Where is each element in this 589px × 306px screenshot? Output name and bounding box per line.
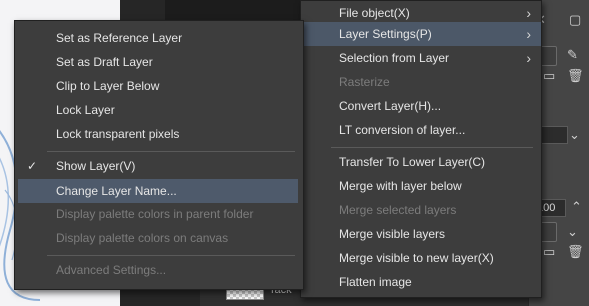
menu-item-label: Layer Settings(P)	[339, 27, 432, 41]
menu-item-clip-below[interactable]: Clip to Layer Below	[15, 74, 303, 98]
menu-item-lock-layer[interactable]: Lock Layer	[15, 98, 303, 122]
menu-item-palette-on-canvas[interactable]: Display palette colors on canvas	[15, 226, 303, 250]
menu-item-merge-visible[interactable]: Merge visible layers	[301, 222, 541, 246]
menu-item-label: Display palette colors on canvas	[56, 231, 229, 245]
menu-item-label: Merge visible to new layer(X)	[339, 251, 494, 265]
menu-item-label: LT conversion of layer...	[339, 123, 466, 137]
menu-item-label: Flatten image	[339, 275, 412, 289]
menu-item-label: Merge visible layers	[339, 227, 446, 241]
menu-item-label: Clip to Layer Below	[56, 79, 160, 93]
menu-item-label: Lock Layer	[56, 103, 115, 117]
layer-menu: File object(X) › Layer Settings(P) › Sel…	[300, 0, 542, 298]
menu-separator	[47, 255, 295, 256]
expand-icon[interactable]: ▢	[569, 12, 581, 28]
spin-icon[interactable]: ⌃	[571, 199, 582, 215]
menu-item-advanced-settings[interactable]: Advanced Settings...	[15, 258, 303, 282]
menu-item-set-draft[interactable]: Set as Draft Layer	[15, 50, 303, 74]
menu-item-merge-selected[interactable]: Merge selected layers	[301, 198, 541, 222]
menu-item-label: Rasterize	[339, 75, 390, 89]
menu-item-label: Set as Reference Layer	[56, 31, 183, 45]
menu-item-selection-from-layer[interactable]: Selection from Layer ›	[301, 46, 541, 70]
menu-item-lock-transparent[interactable]: Lock transparent pixels	[15, 122, 303, 146]
menu-item-label: Selection from Layer	[339, 51, 450, 65]
menu-item-change-layer-name[interactable]: Change Layer Name...	[18, 179, 298, 203]
menu-item-set-reference[interactable]: Set as Reference Layer	[15, 26, 303, 50]
folder-icon[interactable]: ▭	[543, 68, 555, 84]
menu-item-label: Merge selected layers	[339, 203, 457, 217]
menu-item-lt-conversion[interactable]: LT conversion of layer...	[301, 118, 541, 142]
menu-item-show-layer[interactable]: ✓ Show Layer(V)	[15, 154, 303, 178]
menu-item-label: Change Layer Name...	[56, 184, 177, 198]
new-layer-icon[interactable]: ▭	[543, 244, 555, 260]
submenu-arrow-icon: ›	[526, 26, 531, 42]
menu-item-label: Convert Layer(H)...	[339, 99, 442, 113]
menu-item-label: Display palette colors in parent folder	[56, 207, 254, 221]
menu-item-rasterize[interactable]: Rasterize	[301, 70, 541, 94]
delete-layer-icon[interactable]: 🗑	[567, 244, 584, 260]
menu-item-merge-below[interactable]: Merge with layer below	[301, 174, 541, 198]
check-icon: ✓	[27, 159, 38, 173]
menu-item-transfer-to-lower[interactable]: Transfer To Lower Layer(C)	[301, 150, 541, 174]
menu-item-layer-settings[interactable]: Layer Settings(P) ›	[301, 22, 541, 46]
menu-item-flatten[interactable]: Flatten image	[301, 270, 541, 294]
chevron-down-icon-2[interactable]: ⌄	[567, 224, 578, 240]
menu-separator	[331, 147, 533, 148]
menu-separator	[47, 151, 295, 152]
chevron-down-icon[interactable]: ⌄	[569, 127, 580, 143]
menu-item-label: Advanced Settings...	[56, 263, 167, 277]
menu-item-label: Transfer To Lower Layer(C)	[339, 155, 486, 169]
menu-item-merge-visible-new[interactable]: Merge visible to new layer(X)	[301, 246, 541, 270]
menu-item-label: Show Layer(V)	[56, 159, 136, 173]
menu-item-palette-parent-folder[interactable]: Display palette colors in parent folder	[15, 202, 303, 226]
menu-item-label: File object(X)	[339, 6, 410, 20]
menu-item-label: Merge with layer below	[339, 179, 462, 193]
menu-item-label: Set as Draft Layer	[56, 55, 153, 69]
menu-item-label: Lock transparent pixels	[56, 127, 180, 141]
trash-icon[interactable]: 🗑	[567, 68, 584, 84]
submenu-arrow-icon: ›	[526, 50, 531, 66]
eyedropper-icon[interactable]: ✎	[567, 47, 578, 63]
layer-settings-submenu: Set as Reference Layer Set as Draft Laye…	[14, 20, 304, 290]
menu-item-convert-layer[interactable]: Convert Layer(H)...	[301, 94, 541, 118]
